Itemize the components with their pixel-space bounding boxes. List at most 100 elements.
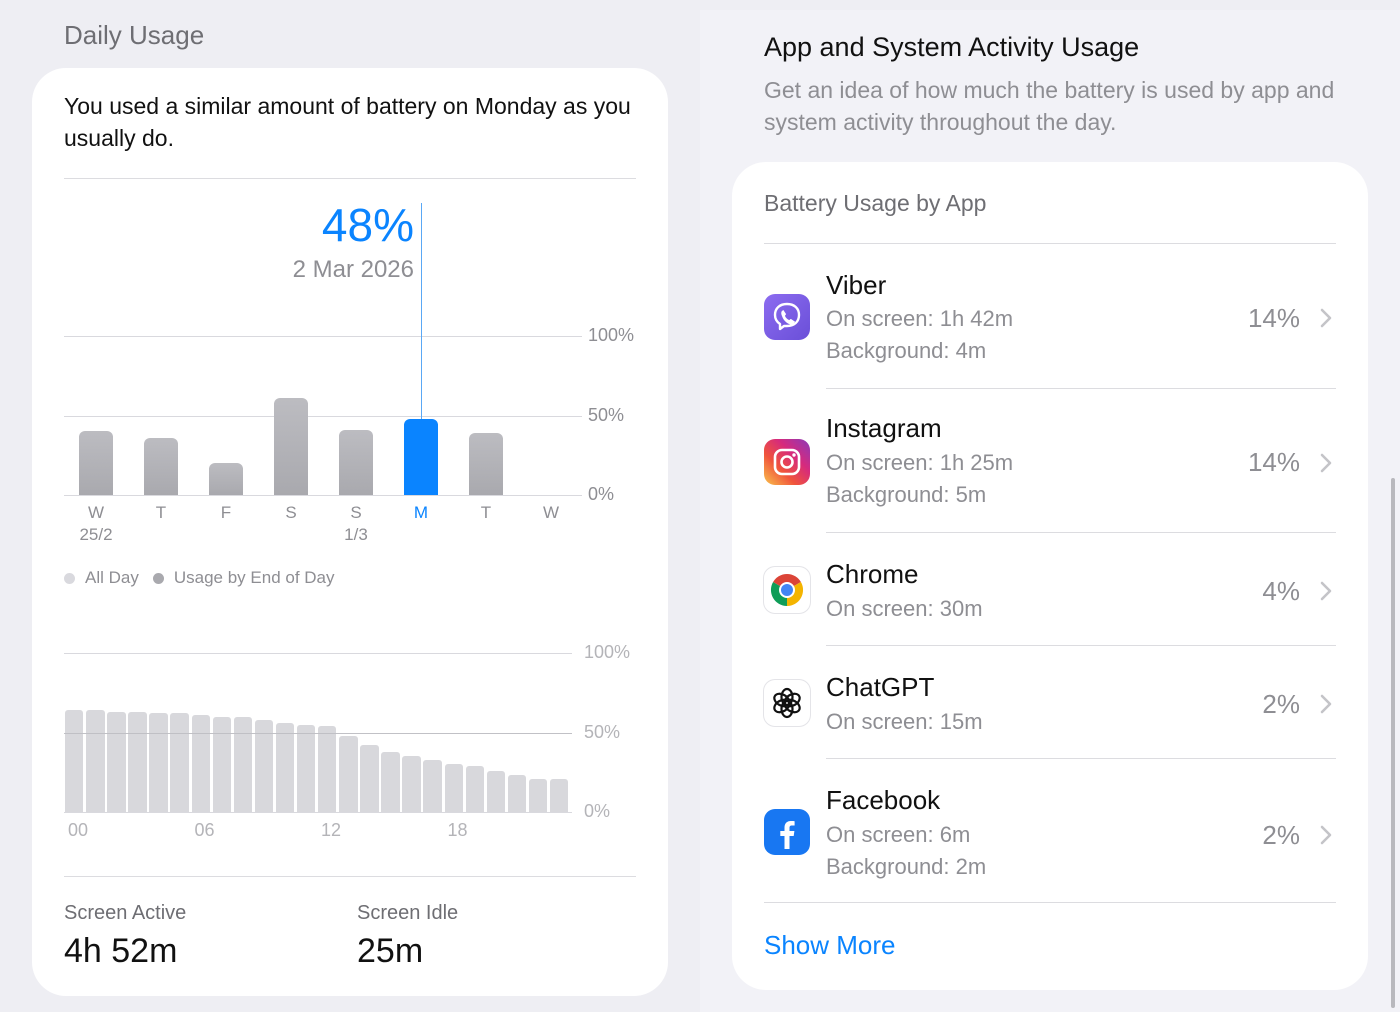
chevron-right-icon xyxy=(1320,825,1332,845)
end-of-day-legend-label: Usage by End of Day xyxy=(173,568,335,587)
usage-headline: You used a similar amount of battery on … xyxy=(64,93,631,151)
daily-battery-chart[interactable]: 48% 2 Mar 2026 100% 50% 0% W 25/2 T F S S 1/3 M T W xyxy=(32,188,668,558)
hourly-bar[interactable] xyxy=(402,756,421,812)
hourly-chart-x-tick: 00 xyxy=(68,820,89,840)
hourly-chart-y-tick: 50% xyxy=(584,721,621,742)
daily-chart-date-label: 25/2 xyxy=(79,525,113,544)
daily-chart-y-tick: 100% xyxy=(588,325,635,345)
hourly-bar[interactable] xyxy=(191,715,210,812)
daily-bar[interactable] xyxy=(469,432,503,495)
app-name: Instagram xyxy=(826,413,942,443)
chevron-right-icon xyxy=(1320,308,1332,328)
hourly-bar[interactable] xyxy=(465,765,485,812)
daily-bar[interactable] xyxy=(209,463,243,495)
daily-chart-gridline xyxy=(64,495,582,496)
hourly-bar[interactable] xyxy=(549,778,569,812)
selected-day-date: 2 Mar 2026 xyxy=(292,256,414,283)
app-background-time: Background: 5m xyxy=(826,482,987,507)
hourly-bar[interactable] xyxy=(275,722,295,812)
app-battery-percent: 2% xyxy=(1262,820,1300,850)
daily-chart-day-label: W xyxy=(87,503,105,522)
hourly-bar[interactable] xyxy=(360,745,379,812)
app-row-chatgpt[interactable]: ChatGPT On screen: 15m 2% xyxy=(732,646,1368,758)
screen-idle-label: Screen Idle xyxy=(357,902,459,924)
show-more-link[interactable]: Show More xyxy=(764,930,896,961)
daily-bar[interactable] xyxy=(274,398,308,495)
hourly-chart-y-tick: 100% xyxy=(584,642,631,662)
hourly-bar[interactable] xyxy=(212,716,232,812)
hourly-bar[interactable] xyxy=(170,713,189,812)
hourly-bar[interactable] xyxy=(528,778,548,812)
app-row-viber[interactable]: Viber On screen: 1h 42m Background: 4m 1… xyxy=(732,244,1368,388)
instagram-icon xyxy=(764,439,810,485)
daily-chart-gridline xyxy=(64,336,582,337)
app-row-instagram[interactable]: Instagram On screen: 1h 25m Background: … xyxy=(732,389,1368,533)
hourly-battery-chart[interactable]: 100% 50% 0% 00 06 12 18 xyxy=(32,628,668,848)
hourly-chart-gridline xyxy=(64,653,572,654)
chatgpt-icon xyxy=(764,680,810,726)
hourly-bar[interactable] xyxy=(444,764,463,812)
daily-usage-section-title: Daily Usage xyxy=(64,20,205,50)
all-day-legend-dot xyxy=(64,572,75,584)
hourly-bar[interactable] xyxy=(254,719,274,812)
app-background-time: Background: 2m xyxy=(826,854,987,879)
daily-bar[interactable] xyxy=(79,431,113,495)
app-onscreen-time: On screen: 15m xyxy=(826,709,983,734)
hourly-chart-gridline xyxy=(64,812,572,813)
hourly-bar[interactable] xyxy=(507,775,527,812)
battery-usage-by-app-card: Battery Usage by App Viber On screen: 1h… xyxy=(732,162,1368,990)
daily-chart-y-tick: 0% xyxy=(588,484,615,504)
daily-bar-selected[interactable] xyxy=(404,418,438,495)
chrome-icon xyxy=(764,567,810,613)
hourly-bar[interactable] xyxy=(149,713,168,812)
chevron-right-icon xyxy=(1320,453,1332,473)
hourly-chart-y-tick: 0% xyxy=(584,801,611,821)
row-divider xyxy=(764,902,1336,903)
daily-chart-gridline xyxy=(64,415,582,417)
app-name: ChatGPT xyxy=(826,672,935,702)
app-row-chrome[interactable]: Chrome On screen: 30m 4% xyxy=(732,533,1368,645)
app-onscreen-time: On screen: 6m xyxy=(826,822,971,847)
chevron-right-icon xyxy=(1320,581,1332,601)
hourly-bar[interactable] xyxy=(339,735,358,812)
hourly-chart-midline xyxy=(64,732,572,734)
daily-chart-y-tick: 50% xyxy=(588,404,625,425)
hourly-bar[interactable] xyxy=(486,770,506,812)
selected-day-percentage: 48% xyxy=(321,199,414,251)
hourly-chart-x-tick: 12 xyxy=(321,820,342,840)
daily-chart-day-label: T xyxy=(480,503,492,522)
hourly-bar[interactable] xyxy=(128,711,147,812)
daily-chart-date-label: 1/3 xyxy=(344,525,368,544)
hourly-bar[interactable] xyxy=(296,724,316,812)
daily-usage-pane: Daily Usage You used a similar amount of… xyxy=(0,0,700,1012)
battery-usage-by-app-title: Battery Usage by App xyxy=(764,190,987,216)
chart-legend: All Day Usage by End of Day xyxy=(64,568,335,588)
screen-idle-value: 25m xyxy=(357,932,424,970)
hourly-chart-x-tick: 18 xyxy=(447,820,468,840)
daily-chart-day-label: M xyxy=(413,503,429,522)
facebook-icon xyxy=(764,809,810,855)
daily-bar[interactable] xyxy=(144,437,178,495)
activity-title: App and System Activity Usage xyxy=(764,32,1140,62)
hourly-bar[interactable] xyxy=(65,710,84,812)
daily-chart-day-label: S xyxy=(285,503,297,522)
app-row-facebook[interactable]: Facebook On screen: 6m Background: 2m 2% xyxy=(732,759,1368,903)
hourly-bar[interactable] xyxy=(318,726,337,812)
daily-bar[interactable] xyxy=(339,429,373,495)
hourly-bar[interactable] xyxy=(423,759,442,812)
hourly-bar[interactable] xyxy=(381,751,400,812)
app-battery-percent: 4% xyxy=(1262,576,1300,606)
all-day-legend-label: All Day xyxy=(85,568,139,587)
hourly-bar[interactable] xyxy=(233,716,253,812)
app-name: Chrome xyxy=(826,559,919,589)
app-onscreen-time: On screen: 30m xyxy=(826,596,983,621)
daily-usage-card: You used a similar amount of battery on … xyxy=(32,68,668,996)
scrollbar[interactable] xyxy=(1391,478,1395,1008)
stats-divider xyxy=(64,876,636,877)
hourly-bar[interactable] xyxy=(86,710,105,812)
daily-chart-day-label: F xyxy=(220,503,232,522)
viber-icon xyxy=(764,294,810,340)
app-onscreen-time: On screen: 1h 42m xyxy=(826,306,1014,331)
end-of-day-legend-dot xyxy=(152,572,164,584)
hourly-bar[interactable] xyxy=(107,711,126,812)
